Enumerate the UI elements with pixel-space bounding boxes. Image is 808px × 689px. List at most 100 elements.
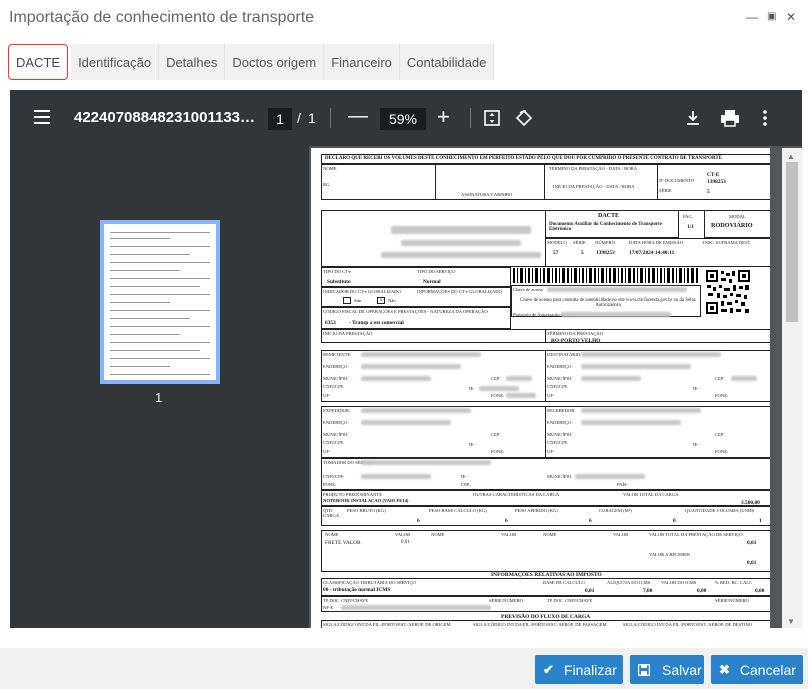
- tipo-servico-label: TIPO DO SERVIÇO: [417, 269, 456, 274]
- peso-base-value: 6: [505, 518, 508, 524]
- valor-total-carga-label: VALOR TOTAL DA CARGA: [623, 492, 679, 497]
- expedidor-ie-label: IE:: [469, 442, 475, 447]
- scrollbar-thumb[interactable]: [786, 162, 798, 322]
- sigla-origem-label: SIGLA/CÓDIGO INT.DA FIL./PORTO/EST./AERO…: [323, 622, 451, 627]
- tab-contabilidade[interactable]: Contabilidade: [399, 44, 495, 80]
- x-icon: ✖: [719, 661, 730, 677]
- comp-nome-col: NOME: [325, 532, 339, 537]
- red-bc-label: % RED. BC. CALC: [715, 580, 753, 585]
- info-glob-label: INFORMAÇÕES DO CT-e GLOBALIZADO: [417, 289, 502, 294]
- cancelar-label: Cancelar: [739, 661, 796, 678]
- rotate-icon[interactable]: [514, 108, 534, 128]
- outras-carac-label: OUTRAS CARACTERÍSTICAS DA CARGA: [473, 492, 560, 497]
- numero-label: NÚMERO: [595, 240, 615, 245]
- expedidor-endereco-label: ENDEREÇO:: [323, 420, 349, 425]
- recebedor-uf-label: UF:: [547, 449, 555, 454]
- valor-icms-label: VALOR DO ICMS: [661, 580, 697, 585]
- receipt-nome-label: NOME: [323, 166, 337, 171]
- tab-dacte[interactable]: DACTE: [8, 44, 69, 80]
- pag-value: 1/1: [687, 224, 694, 230]
- consulta-text: Chave de acesso para consulta de autenti…: [520, 298, 696, 308]
- fit-page-icon[interactable]: [483, 109, 501, 127]
- page-number-input[interactable]: 1: [268, 108, 292, 130]
- page-thumbnail[interactable]: [100, 220, 220, 384]
- peso-base-label: PESO BASE CÁLCULO (KG): [429, 508, 487, 513]
- chave-acesso-label: Chave de acesso: [513, 287, 544, 292]
- base-calc-label: BASE DE CALCULO: [543, 580, 585, 585]
- modelo-label: MODELO: [547, 240, 567, 245]
- receipt-inicio-label: INÍCIO DA PRESTAÇÃO - DATA / HORA: [553, 184, 635, 189]
- more-vert-icon[interactable]: [762, 109, 768, 127]
- receipt-cte-number: 1398253: [707, 179, 726, 185]
- qtd-volumes-value: 1: [759, 518, 762, 524]
- minimize-icon[interactable]: —: [746, 10, 758, 24]
- nao-label: Não: [388, 298, 396, 303]
- destinatario-cnpj-label: CNPJ/CPF:: [547, 384, 569, 389]
- receipt-nrdoc-label: Nº DOCUMENTO: [659, 178, 695, 183]
- qrcode-icon: [705, 269, 751, 315]
- finalizar-button[interactable]: ✔ Finalizar: [535, 655, 623, 684]
- print-icon[interactable]: [720, 109, 740, 127]
- valor-total-prest-label: VALOR TOTAL DA PRESTAÇÃO DE SERVIÇO: [649, 532, 743, 537]
- modelo-value: 57: [553, 250, 559, 256]
- pdf-filename: 42240708848231001133…: [74, 109, 256, 126]
- thumbnail-sidebar: 1: [10, 146, 309, 628]
- cnpj-chave-label: CNPJ/CHAVE: [341, 598, 369, 603]
- restore-icon[interactable]: ▣: [767, 11, 776, 22]
- remetente-ie-label: IE:: [469, 386, 475, 391]
- zoom-in-icon[interactable]: +: [437, 104, 450, 130]
- scroll-down-icon[interactable]: ▼: [787, 617, 795, 626]
- cnpj-chave-label-2: CNPJ/CHAVE: [565, 598, 593, 603]
- tipo-cte-label: TIPO DO CT-e: [323, 269, 352, 274]
- recebedor-municipio-label: MUNICÍPIO:: [547, 432, 573, 437]
- sigla-destino-label: SIGLA/CÓDIGO INT.DA FIL./PORTO/EST./AERO…: [623, 622, 753, 627]
- salvar-button[interactable]: Salvar: [630, 655, 704, 684]
- window-titlebar: Importação de conhecimento de transporte: [0, 0, 808, 36]
- download-icon[interactable]: [685, 109, 701, 127]
- peso-aferido-value: 6: [589, 518, 592, 524]
- toolbar-divider: [470, 108, 471, 128]
- termino-label: TÉRMINO DA PRESTAÇÃO: [547, 331, 604, 336]
- class-trib-value: 00 - tributação normal ICMS: [323, 587, 391, 593]
- receipt-termino-label: TÉRMINO DA PRESTAÇÃO - DATA / HORA: [549, 166, 638, 171]
- tab-detalhes[interactable]: Detalhes: [159, 44, 226, 80]
- expedidor-fone-label: FONE:: [491, 449, 505, 454]
- finalizar-label: Finalizar: [563, 661, 617, 678]
- destinatario-endereco-label: ENDEREÇO:: [547, 364, 573, 369]
- cancelar-button[interactable]: ✖ Cancelar: [711, 655, 803, 684]
- receipt-cte-label: CT-E: [707, 172, 720, 178]
- cfop-description: - Transp a est comercial: [349, 320, 404, 326]
- comp-valor-col-2: VALOR: [501, 532, 517, 537]
- comp-nome-col-2: NOME: [431, 532, 445, 537]
- scroll-up-icon[interactable]: ▲: [787, 152, 795, 161]
- zoom-input[interactable]: 59%: [380, 108, 426, 130]
- destinatario-cep-label: CEP:: [715, 376, 725, 381]
- destinatario-municipio-label: MUNICÍPIO:: [547, 376, 573, 381]
- expedidor-municipio-label: MUNICÍPIO:: [323, 432, 349, 437]
- pag-label: PAG.: [683, 214, 693, 219]
- tab-doctos-origem[interactable]: Doctos origem: [225, 44, 325, 80]
- aliquota-label: ALÍQUOTA DO ICMS: [607, 580, 651, 585]
- page-total: 1: [308, 110, 316, 126]
- expedidor-cep-label: CEP:: [491, 432, 501, 437]
- pdf-toolbar: 42240708848231001133… 1 / 1 — 59% +: [10, 90, 802, 146]
- receipt-declaration: DECLARO QUE RECEBI OS VOLUMES DESTE CONH…: [325, 156, 723, 161]
- page-scrollbar[interactable]: ▲ ▼: [782, 148, 802, 628]
- tomador-municipio-label: MUNICÍPIO:: [547, 474, 573, 479]
- recebedor-endereco-label: ENDEREÇO:: [547, 420, 573, 425]
- salvar-label: Salvar: [662, 661, 702, 678]
- menu-icon[interactable]: [34, 110, 50, 124]
- produto-label: PRODUTO PREDOMINANTE: [323, 492, 382, 497]
- tab-identificacao[interactable]: Identificação: [71, 44, 160, 80]
- recebedor-label: RECEBEDOR:: [547, 408, 576, 413]
- close-icon[interactable]: ✕: [786, 10, 796, 24]
- peso-bruto-value: 6: [417, 518, 420, 524]
- remetente-cnpj-label: CNPJ/CPF:: [323, 384, 345, 389]
- tab-financeiro[interactable]: Financeiro: [324, 44, 400, 80]
- cubagem-label: CUBAGEM (M³): [599, 508, 632, 513]
- nao-checkbox: x: [377, 297, 385, 304]
- nfe-label: NF-E: [323, 605, 334, 610]
- serie-col-label: SÉRIE: [573, 240, 586, 245]
- zoom-out-icon[interactable]: —: [348, 105, 368, 128]
- modal-value: RODOVIÁRIO: [711, 222, 753, 229]
